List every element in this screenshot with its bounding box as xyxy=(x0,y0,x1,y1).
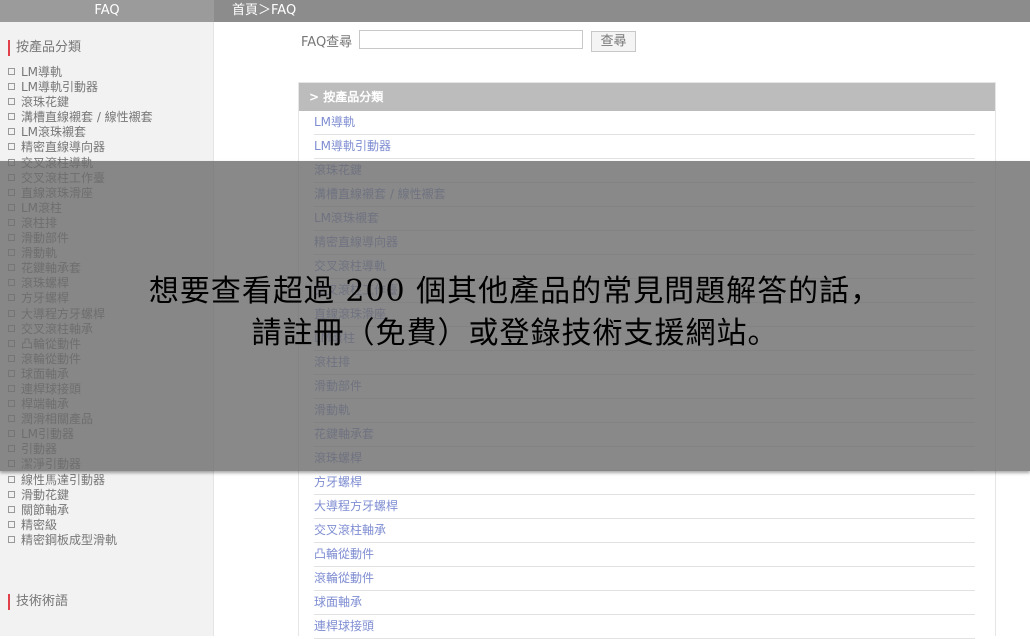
square-bullet-icon xyxy=(8,68,15,75)
sidebar-item[interactable]: 滑動花鍵 xyxy=(8,488,153,503)
category-link[interactable]: 滾輪從動件 xyxy=(314,567,975,591)
sidebar-item-label: LM導軌 xyxy=(21,65,63,79)
overlay-message-line-1: 想要查看超過 200 個其他產品的常見問題解答的話， xyxy=(148,274,882,309)
sidebar-item[interactable]: 滾珠花鍵 xyxy=(8,95,153,110)
panel-title: > 按產品分類 xyxy=(299,83,995,111)
sidebar-item[interactable]: LM導軌引動器 xyxy=(8,80,153,95)
sidebar-item[interactable]: 線性馬達引動器 xyxy=(8,473,153,488)
category-link[interactable]: 凸輪從動件 xyxy=(314,543,975,567)
category-link[interactable]: LM導軌 xyxy=(314,111,975,135)
sidebar-item-label: LM滾珠襯套 xyxy=(21,125,87,140)
faq-search-button[interactable]: 查尋 xyxy=(591,31,636,52)
category-link[interactable]: 連桿球接頭 xyxy=(314,615,975,639)
category-link[interactable]: 方牙螺桿 xyxy=(314,471,975,495)
square-bullet-icon xyxy=(8,490,15,498)
sidebar-item-label: 滾珠花鍵 xyxy=(21,95,70,110)
sidebar-item[interactable]: 溝槽直線襯套 / 線性襯套 xyxy=(8,110,153,125)
faq-search-label: FAQ查尋 xyxy=(301,35,353,50)
sidebar-item-label: 關節軸承 xyxy=(21,502,70,517)
sidebar-section-products[interactable]: 按產品分類 xyxy=(8,40,81,56)
sidebar-item[interactable]: 精密鋼板成型滑軌 xyxy=(8,533,153,548)
overlay-message-line-2: 請註冊（免費）或登錄技術支援網站。 xyxy=(251,316,779,351)
faq-search-input[interactable] xyxy=(359,30,583,49)
top-bar: FAQ 首頁＞FAQ xyxy=(0,0,1030,22)
category-link[interactable]: 球面軸承 xyxy=(314,591,975,615)
square-bullet-icon xyxy=(8,143,15,151)
overlay-message: 想要查看超過 200 個其他產品的常見問題解答的話， 請註冊（免費）或登錄技術支… xyxy=(0,271,1030,355)
square-bullet-icon xyxy=(8,83,15,91)
square-bullet-icon xyxy=(8,475,15,483)
sidebar-section-terms[interactable]: 技術術語 xyxy=(8,594,68,610)
square-bullet-icon xyxy=(8,505,15,513)
square-bullet-icon xyxy=(8,535,15,543)
sidebar-item-label: 溝槽直線襯套 / 線性襯套 xyxy=(21,110,153,125)
category-link[interactable]: 大導程方牙螺桿 xyxy=(314,495,975,519)
login-overlay: 想要查看超過 200 個其他產品的常見問題解答的話， 請註冊（免費）或登錄技術支… xyxy=(0,161,1030,471)
faq-side-title: FAQ xyxy=(0,0,214,22)
sidebar-item[interactable]: 精密級 xyxy=(8,518,153,533)
sidebar-item-label: 滑動花鍵 xyxy=(21,487,70,502)
square-bullet-icon xyxy=(8,520,15,528)
category-link[interactable]: 交叉滾柱軸承 xyxy=(314,519,975,543)
sidebar-item[interactable]: 精密直線導向器 xyxy=(8,140,153,155)
square-bullet-icon xyxy=(8,113,15,121)
breadcrumb[interactable]: 首頁＞FAQ xyxy=(214,0,1030,22)
sidebar-item-label: 精密級 xyxy=(21,517,58,532)
sidebar-item[interactable]: LM滾珠襯套 xyxy=(8,125,153,140)
category-link[interactable]: LM導軌引動器 xyxy=(314,135,975,159)
sidebar-item-label: 精密直線導向器 xyxy=(21,140,106,155)
sidebar-item-label: 線性馬達引動器 xyxy=(21,472,106,487)
sidebar-item-label: LM導軌引動器 xyxy=(21,80,99,95)
square-bullet-icon xyxy=(8,128,15,136)
sidebar-item[interactable]: 關節軸承 xyxy=(8,503,153,518)
sidebar-item-label: 精密鋼板成型滑軌 xyxy=(21,532,118,547)
sidebar-item[interactable]: LM導軌 xyxy=(8,65,153,80)
square-bullet-icon xyxy=(8,98,15,106)
